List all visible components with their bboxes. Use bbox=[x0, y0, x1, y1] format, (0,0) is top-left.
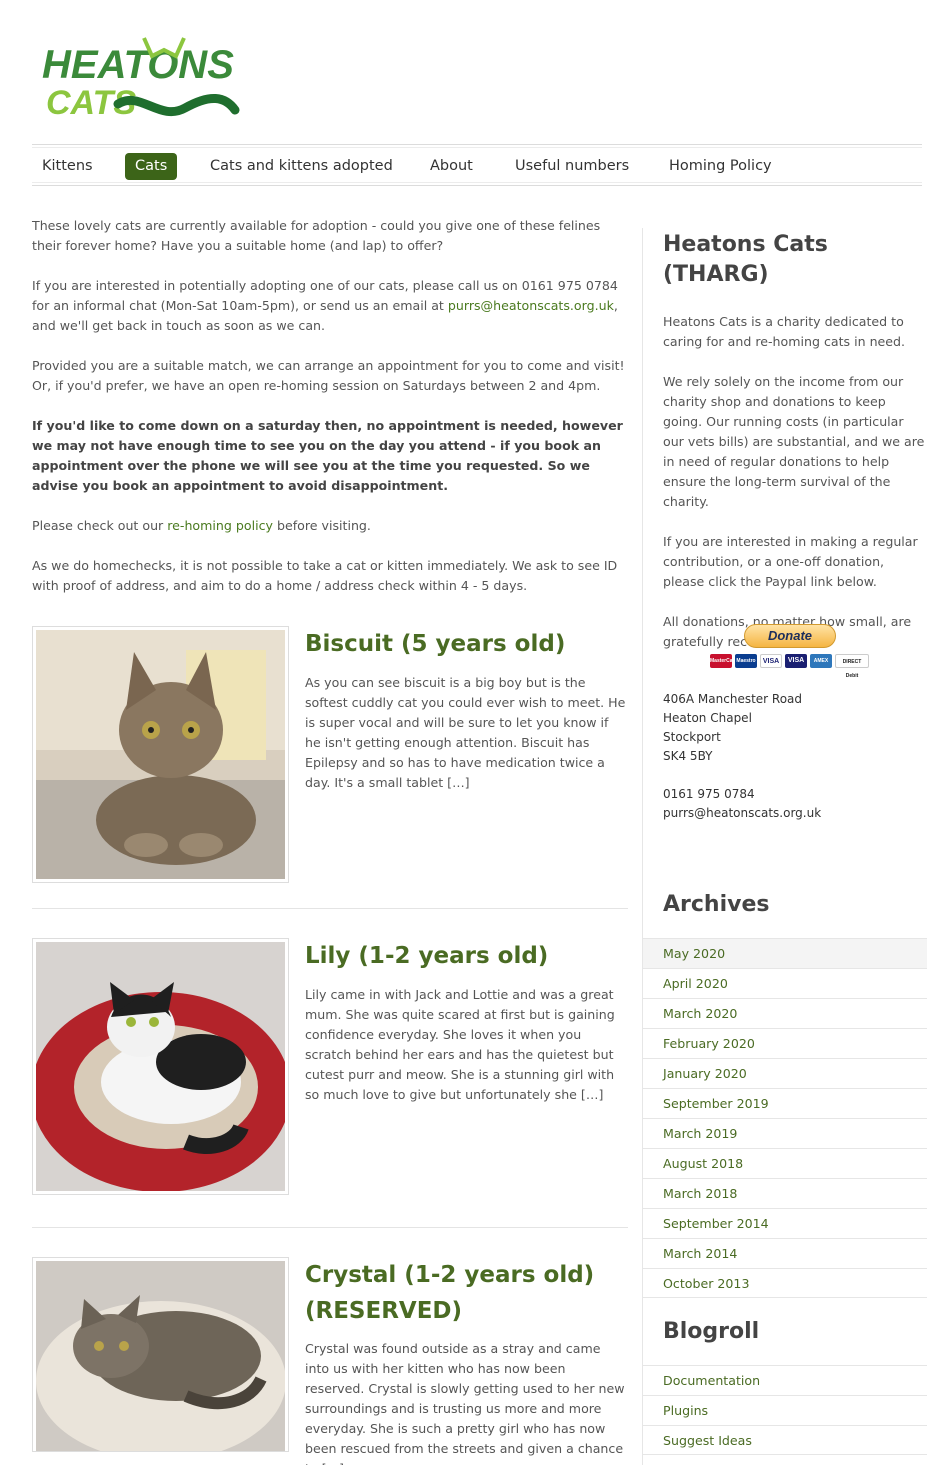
blogroll-title: Blogroll bbox=[663, 1319, 760, 1344]
archive-link[interactable]: October 2013 bbox=[643, 1268, 927, 1298]
archive-link[interactable]: March 2014 bbox=[643, 1238, 927, 1268]
visa-icon: VISA bbox=[760, 654, 782, 668]
intro-content: These lovely cats are currently availabl… bbox=[32, 216, 628, 616]
address-line: 406A Manchester Road bbox=[663, 692, 803, 706]
intro-visit-paragraph: Provided you are a suitable match, we ca… bbox=[32, 358, 625, 393]
post-title-lily[interactable]: Lily (1-2 years old) bbox=[305, 938, 625, 974]
archive-link[interactable]: April 2020 bbox=[643, 968, 927, 998]
nav-cats[interactable]: Cats bbox=[125, 153, 178, 180]
archive-link[interactable]: January 2020 bbox=[643, 1058, 927, 1088]
archive-link[interactable]: September 2014 bbox=[643, 1208, 927, 1238]
direct-debit-icon: DIRECT Debit bbox=[835, 654, 869, 679]
archive-link[interactable]: September 2019 bbox=[643, 1088, 927, 1118]
nav-homing-policy[interactable]: Homing Policy bbox=[659, 153, 782, 180]
address-line: SK4 5BY bbox=[663, 749, 713, 763]
post-excerpt-lily: Lily came in with Jack and Lottie and wa… bbox=[305, 987, 615, 1102]
nav-about[interactable]: About bbox=[420, 153, 483, 180]
intro-homecheck-paragraph: As we do homechecks, it is not possible … bbox=[32, 558, 618, 593]
address-line: Heaton Chapel bbox=[663, 711, 752, 725]
nav-cats-and-kittens-adopted[interactable]: Cats and kittens adopted bbox=[200, 153, 403, 180]
post-separator bbox=[32, 908, 628, 909]
sidebar-about-text: Heatons Cats is a charity dedicated to c… bbox=[663, 314, 906, 349]
post-title-crystal[interactable]: Crystal (1-2 years old) (RESERVED) bbox=[305, 1257, 625, 1329]
intro-saturday-paragraph: If you'd like to come down on a saturday… bbox=[32, 418, 623, 493]
nav-kittens[interactable]: Kittens bbox=[32, 153, 103, 180]
sidebar-about-text: If you are interested in making a regula… bbox=[663, 534, 918, 589]
intro-policy-paragraph: Please check out our re-homing policy be… bbox=[32, 518, 371, 533]
sidebar-about-title: Heatons Cats (THARG) bbox=[663, 232, 828, 287]
sidebar-about-text: We rely solely on the income from our ch… bbox=[663, 374, 925, 509]
address-line: Stockport bbox=[663, 730, 721, 744]
intro-paragraph: These lovely cats are currently availabl… bbox=[32, 218, 601, 253]
email-link[interactable]: purrs@heatonscats.org.uk bbox=[448, 298, 614, 313]
sidebar-address: 406A Manchester Road Heaton Chapel Stock… bbox=[663, 690, 925, 823]
post-excerpt-crystal: Crystal was found outside as a stray and… bbox=[305, 1341, 625, 1465]
post-image-lily[interactable] bbox=[32, 938, 289, 1195]
blogroll-link[interactable]: Documentation bbox=[643, 1365, 927, 1395]
sidebar-phone: 0161 975 0784 bbox=[663, 787, 755, 801]
mastercard-icon: MasterCard bbox=[710, 654, 738, 668]
sidebar-email[interactable]: purrs@heatonscats.org.uk bbox=[663, 804, 925, 823]
post-separator bbox=[32, 1227, 628, 1228]
archives-list: May 2020 April 2020 March 2020 February … bbox=[643, 938, 927, 1298]
blogroll-link[interactable]: Suggest Ideas bbox=[643, 1425, 927, 1455]
post-image-biscuit[interactable] bbox=[32, 626, 289, 883]
post-excerpt-biscuit: As you can see biscuit is a big boy but … bbox=[305, 675, 626, 790]
archive-link[interactable]: March 2018 bbox=[643, 1178, 927, 1208]
post-title-biscuit[interactable]: Biscuit (5 years old) bbox=[305, 626, 625, 662]
logo-text-heatons: HEATONS bbox=[42, 43, 234, 87]
amex-icon: AMEX bbox=[810, 654, 832, 668]
payment-cards: MasterCard Maestro VISA VISA AMEX DIRECT… bbox=[710, 654, 869, 679]
site-logo[interactable]: HEATONS CATS bbox=[40, 30, 240, 122]
archive-link[interactable]: May 2020 bbox=[643, 938, 927, 968]
archive-link[interactable]: August 2018 bbox=[643, 1148, 927, 1178]
archive-link[interactable]: February 2020 bbox=[643, 1028, 927, 1058]
visa-icon: VISA bbox=[785, 654, 807, 668]
blogroll-link[interactable]: Plugins bbox=[643, 1395, 927, 1425]
archive-link[interactable]: March 2020 bbox=[643, 998, 927, 1028]
post-image-crystal[interactable] bbox=[32, 1257, 289, 1452]
sidebar-about: Heatons Cats (THARG) Heatons Cats is a c… bbox=[663, 230, 925, 672]
archive-link[interactable]: March 2019 bbox=[643, 1118, 927, 1148]
main-nav: Kittens Cats Cats and kittens adopted Ab… bbox=[32, 144, 922, 186]
archives-title: Archives bbox=[663, 892, 770, 917]
paypal-donate-button[interactable]: Donate bbox=[744, 624, 836, 648]
intro-contact-paragraph: If you are interested in potentially ado… bbox=[32, 278, 618, 333]
nav-useful-numbers[interactable]: Useful numbers bbox=[505, 153, 639, 180]
maestro-icon: Maestro bbox=[735, 654, 757, 668]
blogroll-list: Documentation Plugins Suggest Ideas bbox=[643, 1365, 927, 1455]
rehoming-policy-link[interactable]: re-homing policy bbox=[167, 518, 273, 533]
